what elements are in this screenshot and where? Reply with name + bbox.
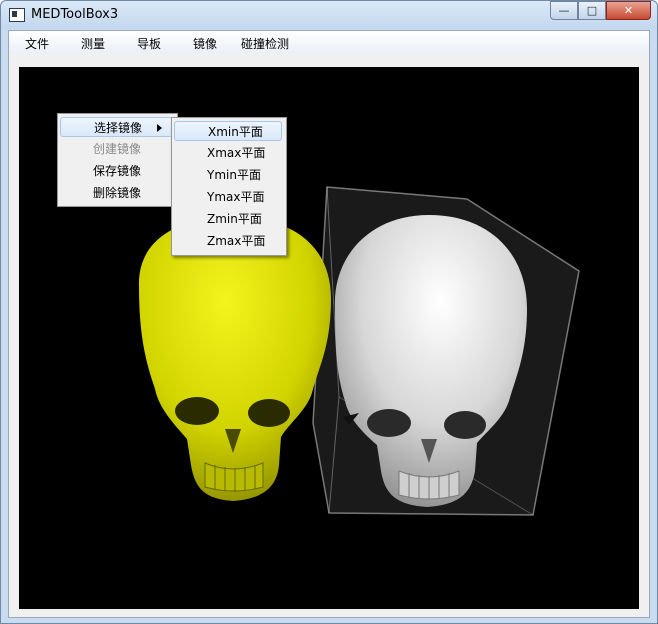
- menu-item-select-mirror[interactable]: 选择镜像: [60, 117, 173, 137]
- window-controls: — □ ✕: [550, 1, 651, 21]
- menu-item-xmax-plane[interactable]: Xmax平面: [174, 143, 282, 163]
- minimize-icon: —: [558, 4, 570, 17]
- close-button[interactable]: ✕: [606, 1, 651, 20]
- menu-item-create-mirror: 创建镜像: [93, 142, 142, 156]
- menu-item-zmax-plane[interactable]: Zmax平面: [174, 231, 282, 251]
- menu-collision-detection[interactable]: 碰撞检测: [241, 35, 289, 52]
- app-icon[interactable]: [9, 8, 25, 22]
- app-window: MEDToolBox3 — □ ✕ 文件 测量 导板 镜像 碰撞检测 选择镜像 …: [0, 0, 658, 624]
- maximize-icon: □: [586, 4, 598, 17]
- client-area: 文件 测量 导板 镜像 碰撞检测 选择镜像 创建镜像 保存镜像 删除镜像 Xmi…: [8, 30, 650, 618]
- submenu-arrow-icon: [157, 124, 162, 132]
- 3d-viewport[interactable]: 选择镜像 创建镜像 保存镜像 删除镜像 Xmin平面 Xmax平面 Ymin平面…: [19, 67, 639, 609]
- menu-measure[interactable]: 测量: [81, 35, 105, 52]
- window-title: MEDToolBox3: [31, 7, 119, 22]
- maximize-button[interactable]: □: [578, 1, 606, 20]
- menu-item-delete-mirror[interactable]: 删除镜像: [60, 183, 173, 203]
- title-bar[interactable]: MEDToolBox3 — □ ✕: [1, 1, 657, 29]
- select-mirror-submenu: Xmin平面 Xmax平面 Ymin平面 Ymax平面 Zmin平面 Zmax平…: [171, 117, 287, 256]
- menu-item-ymax-plane[interactable]: Ymax平面: [174, 187, 282, 207]
- menu-item-ymin-plane[interactable]: Ymin平面: [174, 165, 282, 185]
- menu-item-xmin-plane[interactable]: Xmin平面: [174, 121, 282, 141]
- original-skull-model: [138, 217, 331, 501]
- menu-file[interactable]: 文件: [25, 35, 49, 52]
- close-icon: ✕: [623, 4, 634, 17]
- menu-item-label: 选择镜像: [94, 121, 143, 135]
- menu-guide-plate[interactable]: 导板: [137, 35, 161, 52]
- menu-item-zmin-plane[interactable]: Zmin平面: [174, 209, 282, 229]
- menu-item-save-mirror[interactable]: 保存镜像: [60, 161, 173, 181]
- menu-mirror[interactable]: 镜像: [193, 35, 217, 52]
- minimize-button[interactable]: —: [550, 1, 578, 20]
- menu-bar: 文件 测量 导板 镜像 碰撞检测: [9, 31, 649, 53]
- mirror-context-menu: 选择镜像 创建镜像 保存镜像 删除镜像: [57, 113, 178, 207]
